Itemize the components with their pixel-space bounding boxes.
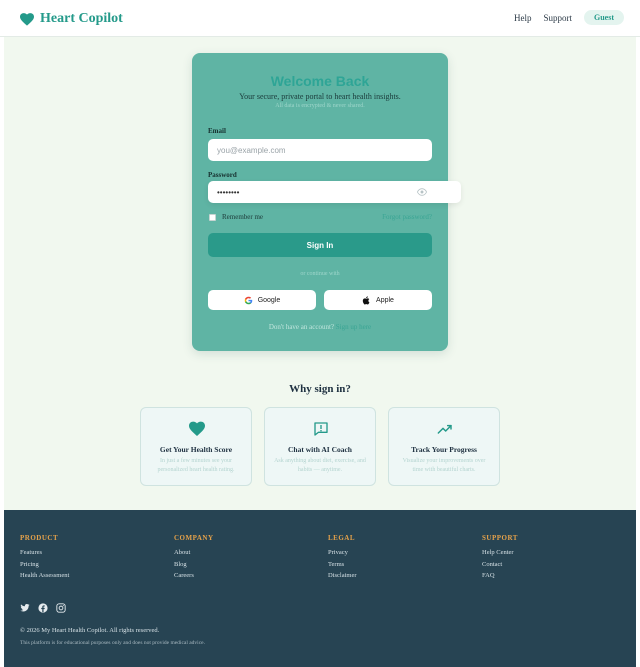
nav-support-link[interactable]: Support <box>543 13 572 23</box>
why-section-title: Why sign in? <box>289 383 351 395</box>
footer-link[interactable]: Disclaimer <box>328 572 357 579</box>
feature-title: Get Your Health Score <box>159 445 233 454</box>
feature-card-ai-coach: Chat with AI Coach Ask anything about di… <box>264 407 376 486</box>
footer-column-legal: LEGAL Privacy Terms Disclaimer <box>328 534 357 584</box>
feature-description: Visualize your improvements over time wi… <box>402 458 486 473</box>
heart-icon <box>20 12 34 26</box>
copyright-text: © 2026 My Heart Health Copilot. All righ… <box>20 627 160 634</box>
or-continue-text: or continue with <box>300 271 340 277</box>
remember-checkbox[interactable] <box>209 213 216 221</box>
sign-up-link[interactable]: Sign up here <box>336 323 371 331</box>
brand-logo[interactable]: Heart Copilot <box>20 11 123 27</box>
apple-button[interactable]: Apple <box>324 290 432 310</box>
footer-link[interactable]: Blog <box>174 561 214 568</box>
footer-column-support: SUPPORT Help Center Contact FAQ <box>482 534 518 584</box>
footer-link[interactable]: FAQ <box>482 572 518 579</box>
no-account-text: Don't have an account? <box>268 323 335 331</box>
footer-link[interactable]: Privacy <box>328 549 357 556</box>
facebook-icon[interactable] <box>38 603 48 613</box>
footer-link[interactable]: Contact <box>482 561 518 568</box>
footer-column-title: COMPANY <box>174 534 214 542</box>
top-nav: Heart Copilot Help Support Guest <box>0 0 640 37</box>
email-label: Email <box>208 127 226 135</box>
password-value: •••••••• <box>217 187 240 197</box>
google-icon <box>244 296 252 304</box>
instagram-icon[interactable] <box>56 603 66 613</box>
brand-name: Heart Copilot <box>40 11 123 26</box>
footer-column-title: LEGAL <box>328 534 356 542</box>
signup-prompt: Don't have an account? Sign up here <box>192 323 448 331</box>
remember-label: Remember me <box>222 213 264 221</box>
password-label: Password <box>208 171 237 179</box>
password-input[interactable]: •••••••• <box>208 181 461 203</box>
feature-card-progress: Track Your Progress Visualize your impro… <box>388 407 500 486</box>
nav-links: Help Support Guest <box>514 10 624 25</box>
feature-description: Ask anything about diet, exercise, and h… <box>274 458 366 473</box>
forgot-password-link[interactable]: Forgot password? <box>382 213 432 221</box>
remember-me[interactable]: Remember me <box>209 213 263 221</box>
feature-title: Track Your Progress <box>411 445 477 454</box>
apple-label: Apple <box>376 296 394 304</box>
guest-badge[interactable]: Guest <box>584 10 624 25</box>
sign-in-button[interactable]: Sign In <box>208 233 432 257</box>
footer-link[interactable]: Health Assessment <box>20 572 69 579</box>
footer-link[interactable]: Features <box>20 549 69 556</box>
feature-description: In just a few minutes see your personali… <box>157 458 235 473</box>
google-button[interactable]: Google <box>208 290 316 310</box>
footer-link[interactable]: Pricing <box>20 561 69 568</box>
footer-column-product: PRODUCT Features Pricing Health Assessme… <box>20 534 69 584</box>
twitter-icon[interactable] <box>20 603 30 613</box>
eye-icon[interactable] <box>417 187 427 197</box>
feature-card-health-score: Get Your Health Score In just a few minu… <box>140 407 252 486</box>
medical-disclaimer: This platform is for educational purpose… <box>20 640 205 646</box>
google-label: Google <box>257 296 281 304</box>
footer-column-company: COMPANY About Blog Careers <box>174 534 214 584</box>
trend-up-icon <box>437 424 452 434</box>
chat-alert-icon <box>314 422 328 436</box>
footer-column-title: PRODUCT <box>20 534 59 542</box>
email-input[interactable]: you@example.com <box>208 139 432 161</box>
site-footer: PRODUCT Features Pricing Health Assessme… <box>4 510 636 667</box>
heart-icon <box>189 421 205 436</box>
footer-link[interactable]: About <box>174 549 214 556</box>
nav-help-link[interactable]: Help <box>514 13 532 23</box>
feature-title: Chat with AI Coach <box>288 445 352 454</box>
footer-link[interactable]: Help Center <box>482 549 518 556</box>
footer-link[interactable]: Terms <box>328 561 357 568</box>
encryption-note: All data is encrypted & never shared. <box>275 103 365 109</box>
social-links <box>20 603 66 613</box>
login-card: Welcome Back Your secure, private portal… <box>192 53 461 351</box>
footer-column-title: SUPPORT <box>482 534 518 542</box>
login-subtitle: Your secure, private portal to heart hea… <box>239 92 401 101</box>
footer-link[interactable]: Careers <box>174 572 214 579</box>
login-title: Welcome Back <box>270 73 370 89</box>
apple-icon <box>362 295 370 305</box>
